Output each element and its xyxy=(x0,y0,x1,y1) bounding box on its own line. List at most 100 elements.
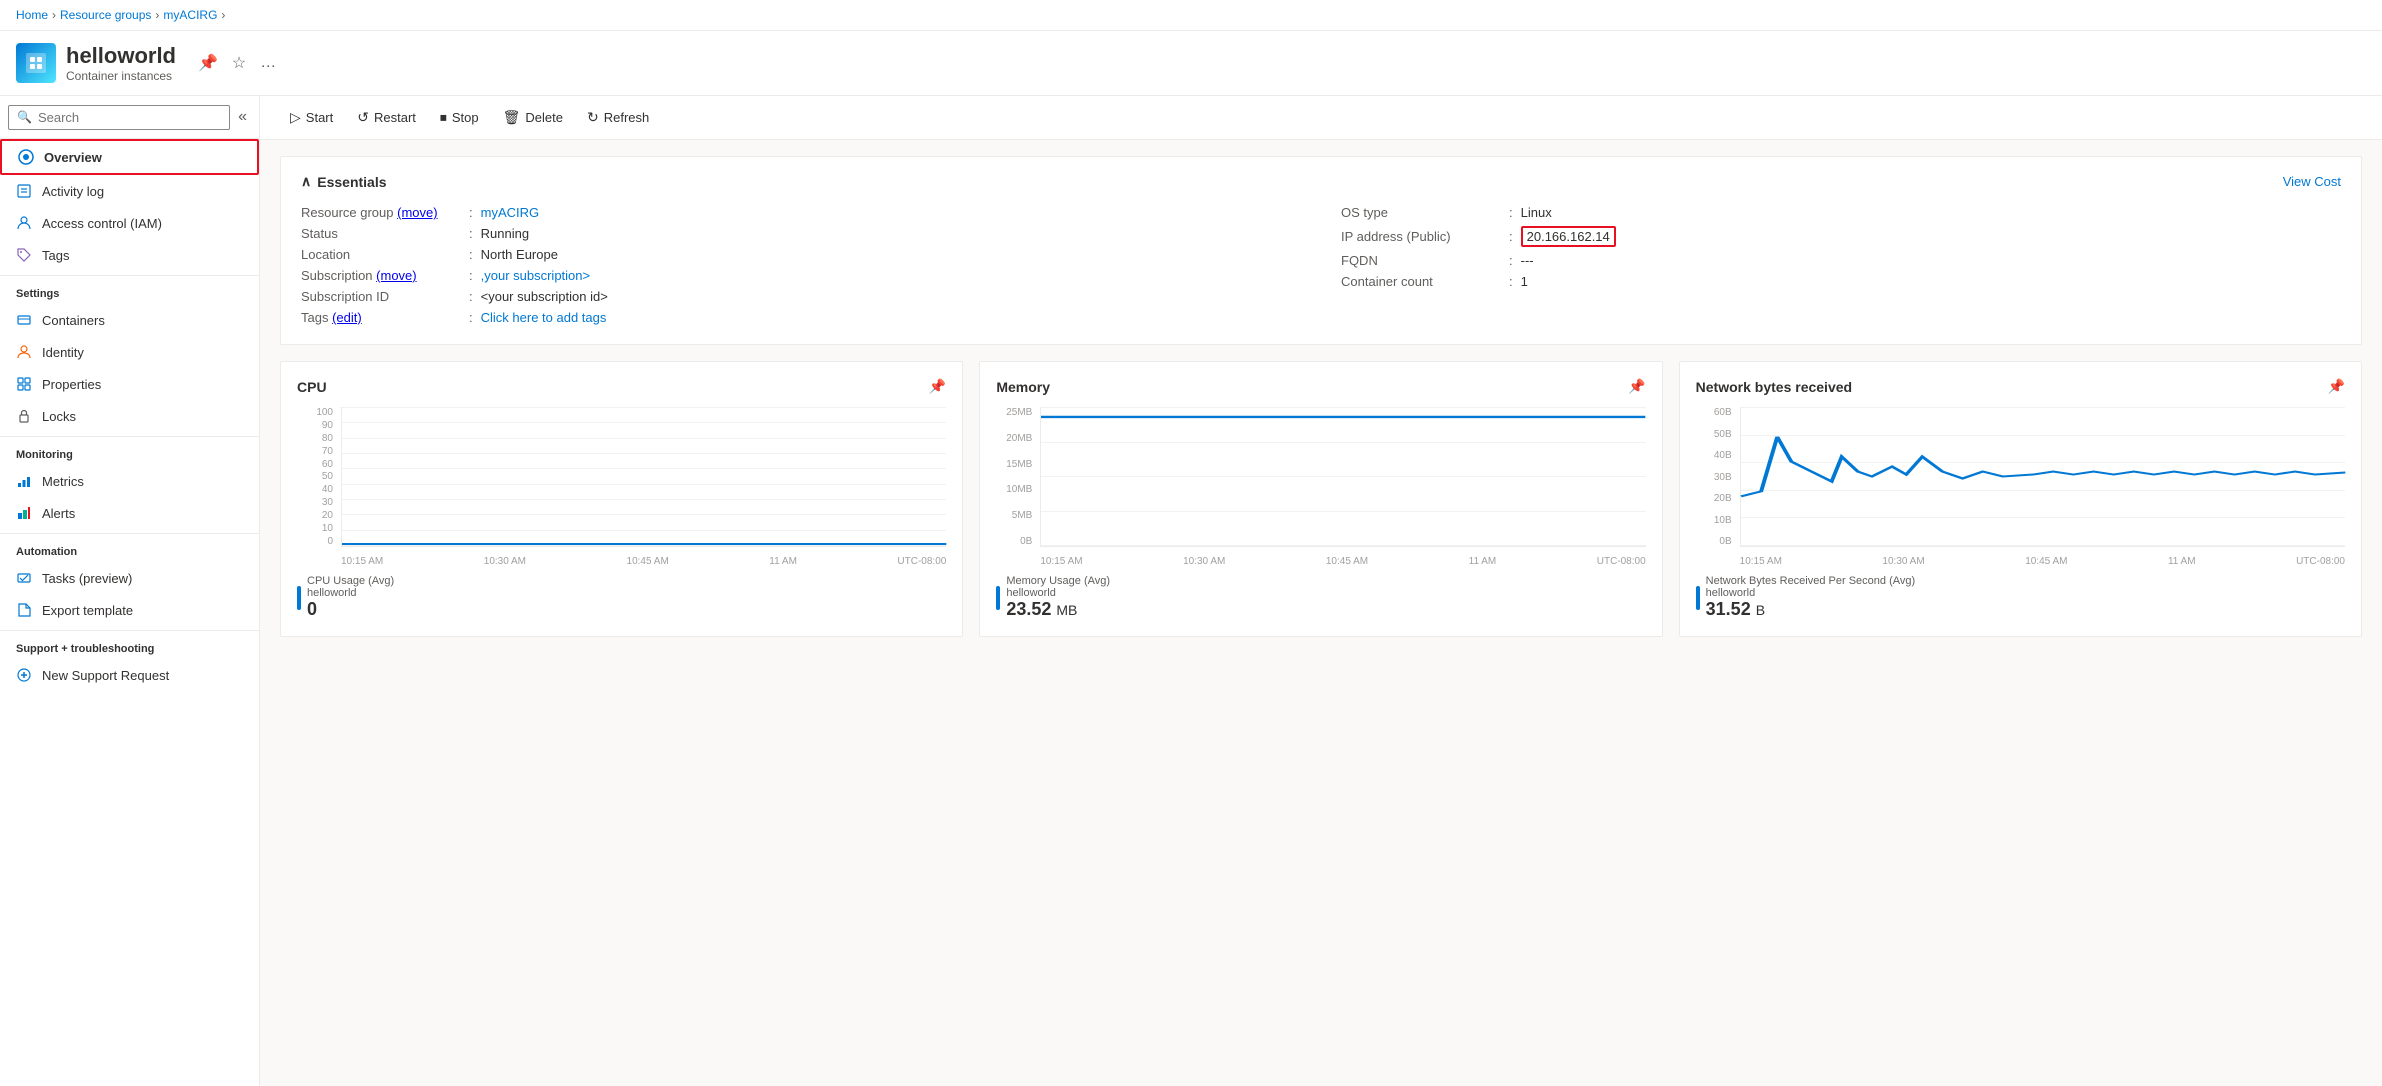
section-automation: Automation xyxy=(0,533,259,562)
breadcrumb-resource-groups[interactable]: Resource groups xyxy=(60,8,151,22)
charts-grid: CPU 📌 100 90 80 70 60 50 40 30 xyxy=(280,361,2362,637)
cpu-legend-label: CPU Usage (Avg) xyxy=(307,575,394,587)
pin-button[interactable]: 📌 xyxy=(194,49,222,77)
sidebar-item-label: Tasks (preview) xyxy=(42,571,132,586)
alerts-icon xyxy=(16,505,32,521)
resource-icon xyxy=(16,43,56,83)
memory-line-svg xyxy=(1041,407,1645,546)
restart-button[interactable]: ↺ Restart xyxy=(347,104,426,131)
move-sub-link[interactable]: (move) xyxy=(376,268,416,283)
network-pin-button[interactable]: 📌 xyxy=(2328,378,2345,395)
memory-x-labels: 10:15 AM 10:30 AM 10:45 AM 11 AM UTC-08:… xyxy=(1040,556,1645,567)
cpu-chart-card: CPU 📌 100 90 80 70 60 50 40 30 xyxy=(280,361,963,637)
cpu-chart-plot xyxy=(341,407,946,547)
sidebar-item-containers[interactable]: Containers xyxy=(0,304,259,336)
sidebar-item-export-template[interactable]: Export template xyxy=(0,594,259,626)
sidebar-item-tasks[interactable]: Tasks (preview) xyxy=(0,562,259,594)
network-chart-header: Network bytes received 📌 xyxy=(1696,378,2345,395)
sidebar: 🔍 « Overview A xyxy=(0,96,260,1086)
essentials-row-rg: Resource group (move) : myACIRG xyxy=(301,202,1301,223)
cpu-y-labels: 100 90 80 70 60 50 40 30 20 10 0 xyxy=(297,407,337,547)
locks-icon xyxy=(16,408,32,424)
sidebar-item-overview[interactable]: Overview xyxy=(0,139,259,175)
move-rg-link[interactable]: (move) xyxy=(397,205,437,220)
essentials-grid: Resource group (move) : myACIRG Status :… xyxy=(301,202,2341,328)
memory-chart-area: 25MB 20MB 15MB 10MB 5MB 0B xyxy=(996,407,1645,567)
new-support-icon xyxy=(16,667,32,683)
metrics-icon xyxy=(16,473,32,489)
chevron-icon: ∧ xyxy=(301,173,311,190)
add-tags-link[interactable]: Click here to add tags xyxy=(481,310,607,325)
sidebar-item-tags[interactable]: Tags xyxy=(0,239,259,271)
rg-value-link[interactable]: myACIRG xyxy=(481,205,540,220)
sidebar-item-alerts[interactable]: Alerts xyxy=(0,497,259,529)
network-y-labels: 60B 50B 40B 30B 20B 10B 0B xyxy=(1696,407,1736,547)
sidebar-item-access-control[interactable]: Access control (IAM) xyxy=(0,207,259,239)
cpu-chart-header: CPU 📌 xyxy=(297,378,946,395)
toolbar: ▷ Start ↺ Restart ⏹ Stop 🗑 Delete ↻ Refr… xyxy=(260,96,2382,140)
essentials-row-fqdn: FQDN : --- xyxy=(1341,250,2341,271)
memory-chart-footer: Memory Usage (Avg) helloworld 23.52 MB xyxy=(996,575,1645,620)
main-content: ▷ Start ↺ Restart ⏹ Stop 🗑 Delete ↻ Refr… xyxy=(260,96,2382,1086)
sidebar-item-label: Activity log xyxy=(42,184,104,199)
restart-icon: ↺ xyxy=(357,109,369,126)
sidebar-item-properties[interactable]: Properties xyxy=(0,368,259,400)
network-chart-title: Network bytes received xyxy=(1696,379,1852,395)
section-support: Support + troubleshooting xyxy=(0,630,259,659)
sidebar-item-new-support[interactable]: New Support Request xyxy=(0,659,259,691)
memory-pin-button[interactable]: 📌 xyxy=(1628,378,1645,395)
start-button[interactable]: ▷ Start xyxy=(280,104,343,131)
header-actions: 📌 ☆ … xyxy=(194,49,280,77)
network-value: 31.52 B xyxy=(1706,599,1916,620)
essentials-row-container-count: Container count : 1 xyxy=(1341,271,2341,292)
collapse-sidebar-button[interactable]: « xyxy=(234,104,251,130)
cpu-legend-bar xyxy=(297,586,301,610)
edit-tags-link[interactable]: (edit) xyxy=(332,310,362,325)
cpu-chart-title: CPU xyxy=(297,379,327,395)
memory-legend-bar xyxy=(996,586,1000,610)
sidebar-item-locks[interactable]: Locks xyxy=(0,400,259,432)
memory-chart-card: Memory 📌 25MB 20MB 15MB 10MB 5MB 0B xyxy=(979,361,1662,637)
content-area: ∧ Essentials View Cost Resource group (m… xyxy=(260,140,2382,653)
section-monitoring: Monitoring xyxy=(0,436,259,465)
sidebar-item-activity-log[interactable]: Activity log xyxy=(0,175,259,207)
refresh-icon: ↻ xyxy=(587,109,599,126)
delete-icon: 🗑 xyxy=(503,109,521,126)
sidebar-item-label: Identity xyxy=(42,345,84,360)
network-chart-footer: Network Bytes Received Per Second (Avg) … xyxy=(1696,575,2345,620)
memory-value: 23.52 MB xyxy=(1006,599,1110,620)
essentials-row-ip: IP address (Public) : 20.166.162.14 xyxy=(1341,223,2341,250)
sidebar-item-identity[interactable]: Identity xyxy=(0,336,259,368)
search-input[interactable] xyxy=(38,110,221,125)
favorite-button[interactable]: ☆ xyxy=(228,49,250,77)
stop-button[interactable]: ⏹ Stop xyxy=(430,104,489,131)
identity-icon xyxy=(16,344,32,360)
sidebar-item-label: Alerts xyxy=(42,506,75,521)
sidebar-item-label: Overview xyxy=(44,150,102,165)
cpu-value: 0 xyxy=(307,599,394,620)
delete-button[interactable]: 🗑 Delete xyxy=(493,104,573,131)
more-button[interactable]: … xyxy=(256,49,280,77)
essentials-row-location: Location : North Europe xyxy=(301,244,1301,265)
sidebar-item-label: Properties xyxy=(42,377,101,392)
cpu-line-svg xyxy=(342,407,946,546)
resource-name: helloworld xyxy=(66,43,176,69)
breadcrumb-myacirg[interactable]: myACIRG xyxy=(163,8,217,22)
start-icon: ▷ xyxy=(290,109,301,126)
section-settings: Settings xyxy=(0,275,259,304)
search-box[interactable]: 🔍 xyxy=(8,105,230,130)
memory-chart-title: Memory xyxy=(996,379,1050,395)
essentials-left: Resource group (move) : myACIRG Status :… xyxy=(301,202,1301,328)
sidebar-item-metrics[interactable]: Metrics xyxy=(0,465,259,497)
refresh-button[interactable]: ↻ Refresh xyxy=(577,104,659,131)
stop-icon: ⏹ xyxy=(440,109,447,126)
essentials-row-tags: Tags (edit) : Click here to add tags xyxy=(301,307,1301,328)
breadcrumb-home[interactable]: Home xyxy=(16,8,48,22)
view-cost-link[interactable]: View Cost xyxy=(2283,174,2341,189)
subscription-link[interactable]: ,your subscription> xyxy=(481,268,590,283)
cpu-pin-button[interactable]: 📌 xyxy=(929,378,946,395)
memory-legend-sub: helloworld xyxy=(1006,587,1110,599)
tags-icon xyxy=(16,247,32,263)
sidebar-item-label: Containers xyxy=(42,313,105,328)
memory-legend-label: Memory Usage (Avg) xyxy=(1006,575,1110,587)
